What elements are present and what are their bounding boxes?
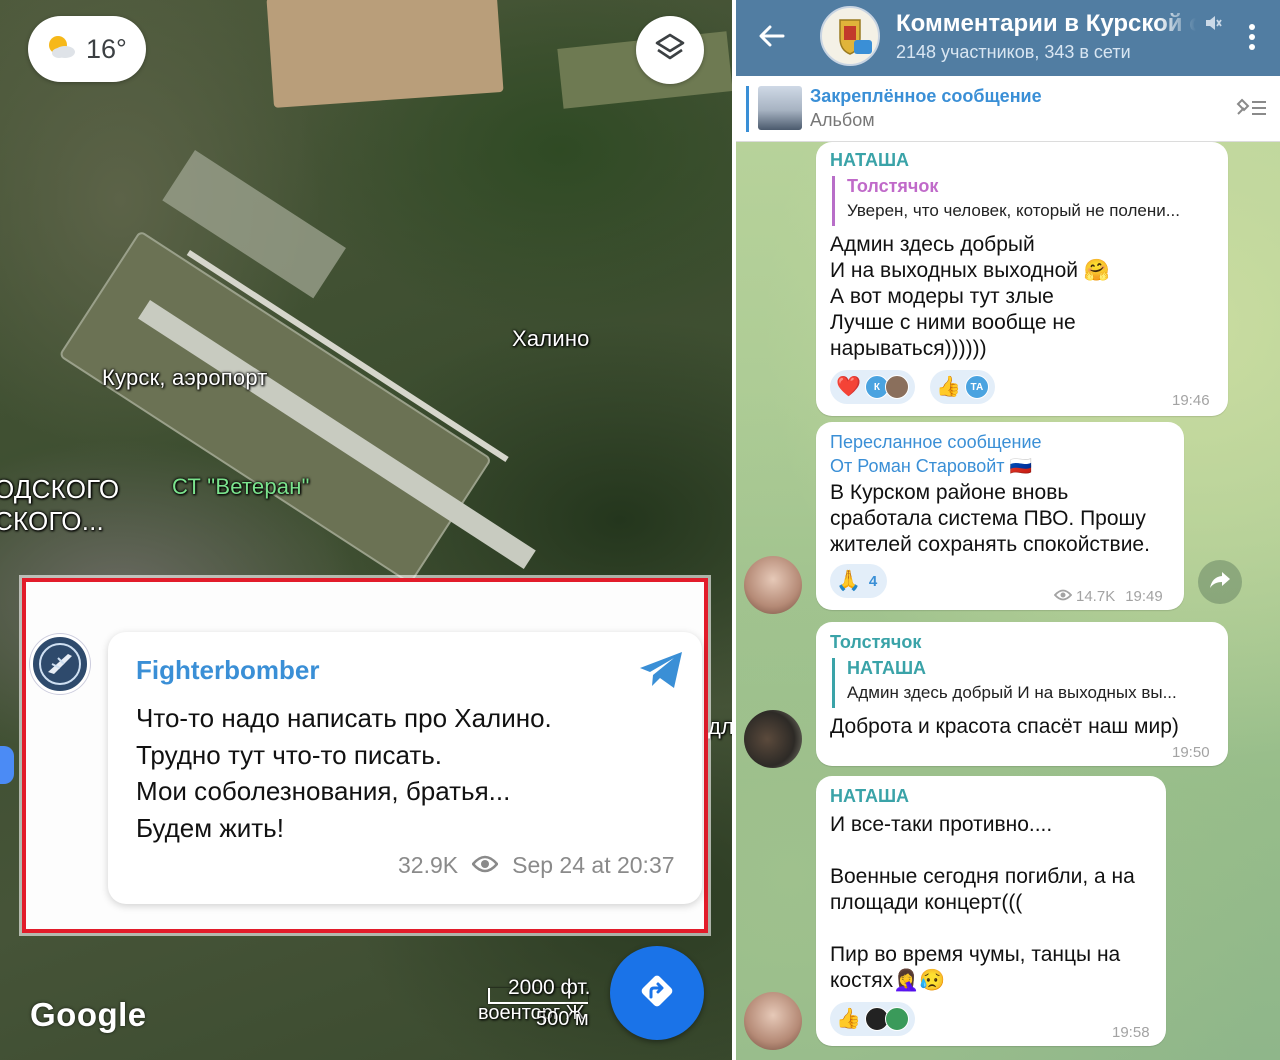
pinned-accent [746, 86, 749, 132]
scale-meters: военторг Ж 500 м [478, 1002, 589, 1030]
eye-icon [471, 852, 499, 879]
post-meta: 32.9K Sep 24 at 20:37 [398, 852, 675, 879]
forwarded-from[interactable]: От Роман Старовойт 🇷🇺 [830, 456, 1032, 477]
telegram-icon [638, 650, 684, 695]
map-label-fragment-2: СКОГО... [0, 506, 104, 536]
reaction-thumbs-up[interactable]: 👍 [830, 1002, 915, 1036]
message-author[interactable]: НАТАША [830, 786, 909, 807]
user-avatar[interactable] [744, 710, 802, 768]
directions-button[interactable] [610, 946, 704, 1040]
message-text: Доброта и красота спасёт наш мир) [830, 715, 1179, 738]
reply-author: НАТАША [847, 658, 927, 678]
temperature: 16° [86, 33, 127, 64]
heart-icon: ❤️ [836, 376, 861, 398]
map-label-airport[interactable]: Курск, аэропорт [102, 365, 268, 391]
message-meta: 14.7K 19:49 [1053, 588, 1163, 605]
google-logo: Google [30, 996, 147, 1033]
chat-header: Комментарии в Курской о 2148 участников,… [736, 0, 1280, 76]
chat-title[interactable]: Комментарии в Курской о [896, 10, 1196, 38]
reply-quote[interactable]: НАТАША Админ здесь добрый И на выходных … [832, 658, 1216, 708]
reply-author: Толстячок [847, 176, 939, 196]
share-arrow-icon [1209, 570, 1231, 595]
share-button[interactable] [1198, 560, 1242, 604]
map-label-fragment-3: дл [708, 714, 732, 739]
post-line: Будем жить! [136, 812, 284, 843]
map-label-veteran[interactable]: СТ "Ветеран" [172, 474, 310, 500]
channel-avatar[interactable] [30, 634, 90, 694]
message-time: 19:58 [1112, 1024, 1150, 1041]
post-text: Что-то надо написать про Халино. Трудно … [136, 700, 552, 846]
forwarded-label: Пересланное сообщение [830, 432, 1042, 452]
message-text: Админ здесь добрый И на выходных выходно… [830, 233, 1111, 360]
reactor-avatar: ТА [964, 375, 989, 399]
view-count: 14.7K [1076, 588, 1116, 605]
user-avatar[interactable] [744, 992, 802, 1050]
view-count: 32.9K [398, 852, 459, 878]
scale-feet: 2000 фт. [508, 976, 591, 999]
channel-name[interactable]: Fighterbomber [136, 655, 319, 686]
map-pin-icon[interactable] [0, 746, 14, 784]
layers-button[interactable] [636, 16, 704, 84]
map-label-fragment-1: ОДСКОГО [0, 474, 120, 504]
reactor-avatar [884, 375, 909, 399]
post-line: Трудно тут что-то писать. [136, 739, 443, 770]
eye-icon [1053, 588, 1073, 605]
message-text: И все-таки противно.... Военные сегодня … [830, 813, 1135, 992]
message-time: 19:46 [1172, 392, 1210, 409]
more-menu-icon[interactable] [1248, 22, 1256, 57]
post-date: Sep 24 at 20:37 [512, 852, 675, 878]
layers-icon [653, 31, 687, 70]
farm-field [266, 0, 504, 108]
map-label-khalino[interactable]: Халино [512, 326, 590, 352]
post-line: Мои соболезнования, братья... [136, 776, 511, 806]
telegram-chat: Комментарии в Курской о 2148 участников,… [736, 0, 1280, 1060]
pray-icon: 🙏 [836, 570, 861, 592]
message-author[interactable]: НАТАША [830, 150, 909, 171]
reaction-heart[interactable]: ❤️ К [830, 370, 915, 404]
reply-quote[interactable]: Толстячок Уверен, что человек, который н… [832, 176, 1216, 226]
muted-icon [1204, 14, 1222, 37]
pinned-thumbnail [758, 86, 802, 130]
thumbs-up-icon: 👍 [836, 1008, 861, 1030]
group-avatar[interactable] [820, 6, 880, 66]
weather-chip[interactable]: 16° [28, 16, 146, 82]
partly-cloudy-icon [44, 32, 78, 67]
reaction-pray[interactable]: 🙏 4 [830, 564, 888, 598]
message-time: 19:50 [1172, 744, 1210, 761]
reaction-thumbs-up[interactable]: 👍 ТА [930, 370, 995, 404]
reaction-count: 4 [868, 572, 878, 590]
map-view[interactable]: 16° Халино Курск, аэропорт ОДСКОГО СКОГО… [0, 0, 732, 1060]
post-line: Что-то надо написать про Халино. [136, 703, 552, 733]
reactor-avatar [884, 1007, 909, 1031]
pinned-title: Закреплённое сообщение [810, 86, 1042, 106]
thumbs-up-icon: 👍 [936, 376, 961, 398]
message-text: В Курском районе вновь сработала система… [830, 481, 1150, 556]
message-author[interactable]: Толстячок [830, 632, 921, 653]
reply-text: Уверен, что человек, который не полени..… [847, 201, 1180, 220]
back-arrow-icon[interactable] [758, 22, 786, 55]
pinned-list-icon[interactable] [1234, 96, 1268, 125]
member-count: 2148 участников, 343 в сети [896, 42, 1131, 62]
message-time: 19:49 [1125, 588, 1163, 605]
directions-icon [637, 971, 677, 1016]
user-avatar[interactable] [744, 556, 802, 614]
pinned-subtitle: Альбом [810, 110, 875, 130]
pinned-message-bar[interactable]: Закреплённое сообщение Альбом [736, 76, 1280, 142]
reply-text: Админ здесь добрый И на выходных вы... [847, 683, 1177, 702]
